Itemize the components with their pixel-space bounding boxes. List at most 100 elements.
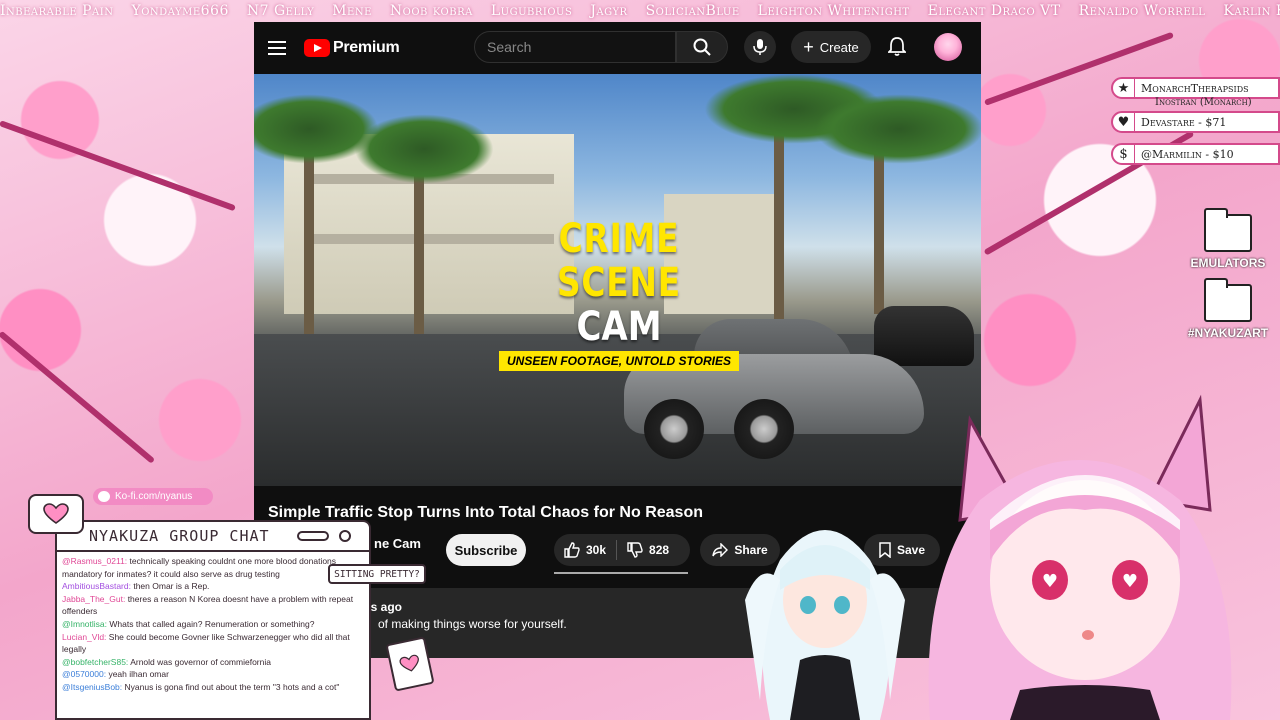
dislike-count: 828 [649,543,670,557]
supporter-ticker: Inbearable Pain Yondayme666 N7 Gelly Men… [0,0,1280,22]
search-input[interactable]: Search [474,31,676,63]
chat-message: @Imnotlisa: Whats that called again? Ren… [57,618,369,631]
heart-icon [43,503,69,524]
star-icon: ★ [1113,79,1135,97]
chat-text: then Omar is a Rep. [130,581,210,592]
ticker-name: Yondayme666 [131,3,229,19]
kofi-link: Ko-fi.com/nyanus [93,488,213,505]
upload-age: rs ago [366,600,403,614]
heart-icon: ♥ [1113,113,1135,131]
folder-icon [1203,208,1252,252]
chat-message: Jabba_The_Gut: theres a reason N Korea d… [57,593,369,618]
vtuber-avatar-pink-hair: ♥ ♥ [928,394,1232,720]
chat-messages: @Rasmus_0211: technically speaking could… [57,552,369,694]
ticker-name: Karlin Kalyn [1223,3,1280,19]
ticker-name: Renaldo Worrell [1078,3,1206,19]
thumbs-down-icon [627,542,643,558]
window-dot-decoration [339,530,351,542]
palm-tree [304,134,314,334]
thumbnail-title-line1: CRIME SCENE [556,216,682,306]
branch-decoration [0,120,236,212]
chat-message: AmbitiousBastard: then Omar is a Rep. [57,580,369,593]
folder-nyakuzart[interactable]: #NYAKUZART [1168,278,1280,340]
youtube-logo[interactable]: Premium [304,39,400,57]
folder-label: EMULATORS [1190,256,1266,270]
ticker-name: Mene [332,3,372,19]
chat-message: @0570000: yeah ilhan omar [57,668,369,681]
like-count: 30k [586,543,607,557]
menu-icon[interactable] [268,41,286,55]
share-icon [712,543,729,557]
folder-label: #NYAKUZART [1187,326,1269,340]
create-label: Create [819,39,859,55]
ticker-name: Noob kobra [389,3,473,19]
window-pill-decoration [297,531,329,541]
folder-icon [1203,278,1252,322]
ticker-name: Leighton Whitenight [757,3,910,19]
supporter-row: ★ MonarchTherapsids [1111,77,1280,99]
description-text: of making things worse for yourself. [378,617,567,631]
ticker-name: N7 Gelly [246,3,315,19]
supporter-subtext: Inostran (Monarch) [1155,97,1252,108]
heart-icon [399,654,419,672]
chat-username: @ItsgeniusBob: [62,681,123,692]
chat-username: @Rasmus_0211: [62,556,128,566]
notifications-button[interactable] [884,34,910,60]
kofi-cup-icon [98,491,110,502]
chat-window: NYAKUZA GROUP CHAT @Rasmus_0211: technic… [55,520,371,720]
dollar-icon: $ [1113,145,1135,163]
chat-heart-badge [28,494,84,534]
sitting-pretty-bubble: SITTING PRETTY? [328,564,426,584]
plus-icon: + [803,37,814,57]
thumbnail-title-card: CRIME SCENE CAM UNSEEN FOOTAGE, UNTOLD S… [484,217,754,371]
search-icon [693,38,711,56]
search-button[interactable] [676,31,728,63]
chat-message: @ItsgeniusBob: Nyanus is gona find out a… [57,681,369,694]
thumbnail-tagline: UNSEEN FOOTAGE, UNTOLD STORIES [498,351,740,371]
chat-text: She could become Govner like Schwarzeneg… [62,631,350,655]
youtube-logo-text: Premium [333,39,400,56]
video-player[interactable]: CRIME SCENE CAM UNSEEN FOOTAGE, UNTOLD S… [254,74,981,486]
account-avatar[interactable] [934,33,962,61]
thumbs-up-icon [564,542,580,558]
ticker-name: SolicianBlue [645,3,740,19]
supporter-text: MonarchTherapsids [1141,81,1249,95]
chat-username: Lucian_Vld: [62,631,107,642]
chat-text: Whats that called again? Renumeration or… [107,618,315,629]
chat-username: @Imnotlisa: [62,618,108,629]
chat-message: @Rasmus_0211: technically speaking could… [57,555,369,580]
subscribe-button[interactable]: Subscribe [446,534,526,566]
chat-text: Arnold was governor of commiefornia [128,656,271,667]
chat-username: Jabba_The_Gut: [62,593,126,604]
svg-text:♥: ♥ [1122,571,1138,592]
ticker-name: Jagyr [590,3,628,19]
like-button[interactable]: 30k [554,534,616,566]
chat-text: yeah ilhan omar [106,669,169,680]
branch-decoration [0,330,156,464]
bell-icon [888,37,906,56]
supporter-text: Devastare - $71 [1141,115,1227,129]
create-button[interactable]: + Create [791,31,871,63]
chat-header: NYAKUZA GROUP CHAT [57,522,369,552]
palm-tree [774,124,784,324]
ticker-name: Elegant Draco VT [927,3,1061,19]
chat-title: NYAKUZA GROUP CHAT [89,527,270,545]
like-ratio-bar [554,572,688,574]
thumbnail-title-line2: CAM [576,304,662,350]
svg-text:♥: ♥ [1042,571,1058,592]
supporter-row: $ @Marmilin - $10 [1111,143,1280,165]
chat-message: @bobfetcherS85: Arnold was governor of c… [57,656,369,669]
chat-message: Lucian_Vld: She could become Govner like… [57,631,369,656]
channel-name[interactable]: ne Cam [374,536,421,551]
palm-frond [354,114,494,184]
vtuber-avatar-white-hair [745,530,905,720]
chat-username: @bobfetcherS85: [62,656,129,667]
supporter-text: @Marmilin - $10 [1141,147,1234,161]
dislike-button[interactable]: 828 [617,534,679,566]
folder-emulators[interactable]: EMULATORS [1168,208,1280,270]
youtube-play-icon [304,39,330,57]
supporter-row: ♥ Devastare - $71 [1111,111,1280,133]
kofi-text: Ko-fi.com/nyanus [115,491,193,502]
voice-search-button[interactable] [744,31,776,63]
ticker-name: Lugubrious [490,3,573,19]
